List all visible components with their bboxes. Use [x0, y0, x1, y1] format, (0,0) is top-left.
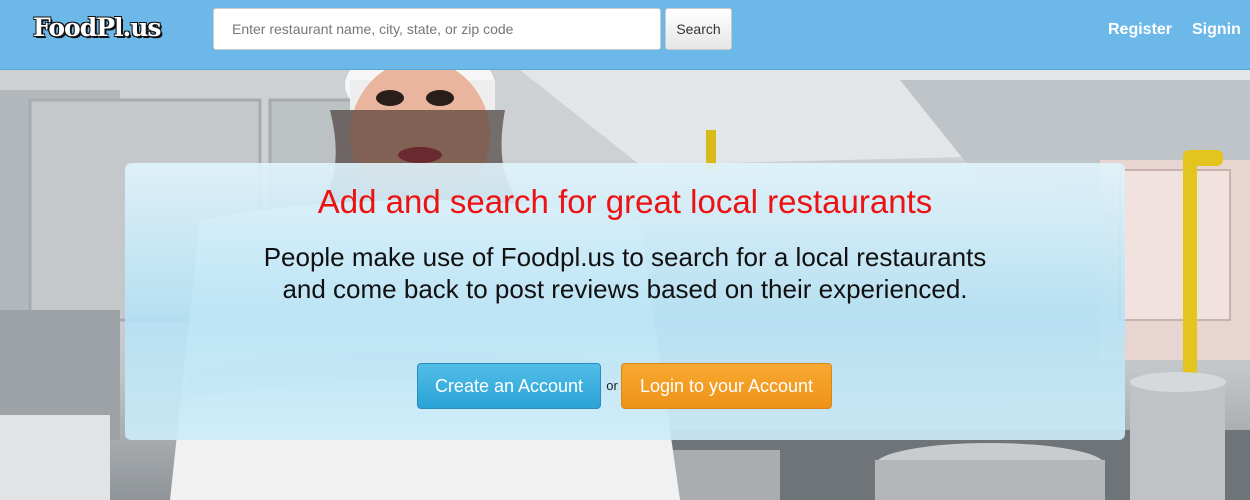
hero-description: People make use of Foodpl.us to search f…: [263, 242, 987, 304]
login-account-button[interactable]: Login to your Account: [621, 363, 832, 409]
register-link[interactable]: Register: [1108, 21, 1172, 39]
site-logo[interactable]: FoodPl.us: [33, 13, 161, 42]
hero-panel: Add and search for great local restauran…: [125, 163, 1125, 440]
search-input[interactable]: [213, 8, 661, 50]
search-button[interactable]: Search: [665, 8, 732, 50]
create-account-button[interactable]: Create an Account: [417, 363, 601, 409]
top-navbar: FoodPl.us Search Register Signin: [0, 0, 1250, 70]
signin-link[interactable]: Signin: [1192, 21, 1241, 39]
hero-headline: Add and search for great local restauran…: [317, 183, 933, 220]
or-separator: or: [606, 378, 618, 393]
